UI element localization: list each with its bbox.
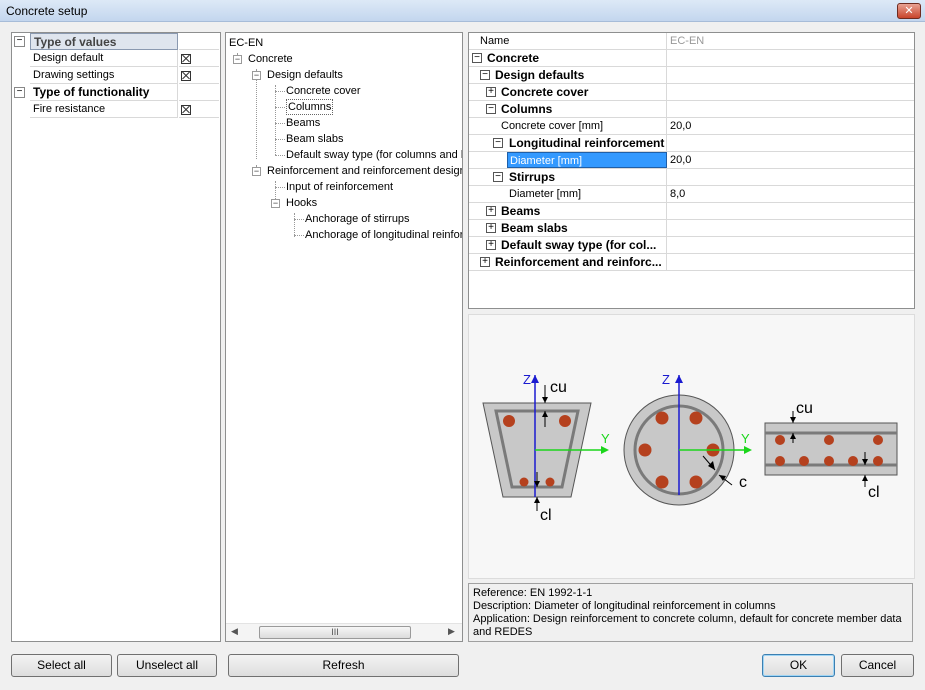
- tree-item-beams[interactable]: Beams: [286, 115, 320, 131]
- type-settings-panel: − Type of values Design default Drawing …: [11, 32, 221, 642]
- cancel-button[interactable]: Cancel: [841, 654, 914, 677]
- tree-item-anchorage-of-stirrups[interactable]: Anchorage of stirrups: [305, 211, 410, 227]
- tree-item-anchorage-longitudinal[interactable]: Anchorage of longitudinal reinforc: [305, 227, 462, 243]
- property-grid: Name EC-EN − Concrete − Design defaults …: [468, 32, 915, 309]
- tree-item-design-defaults[interactable]: Design defaults: [267, 67, 343, 83]
- stirrup-diameter-value[interactable]: 8,0: [667, 186, 914, 202]
- expand-icon[interactable]: +: [486, 206, 496, 216]
- select-all-button[interactable]: Select all: [11, 654, 112, 677]
- z-axis-label-2: Z: [662, 372, 670, 387]
- tree-item-reinforcement[interactable]: Reinforcement and reinforcement design: [267, 163, 462, 179]
- ok-button[interactable]: OK: [762, 654, 835, 677]
- name-column-header: Name: [469, 33, 667, 49]
- group-label: Type of values: [30, 33, 178, 50]
- collapse-icon[interactable]: −: [14, 36, 25, 47]
- description-text: Description: Diameter of longitudinal re…: [473, 600, 776, 612]
- diameter-label-selected: Diameter [mm]: [507, 152, 667, 168]
- c-label: c: [739, 474, 747, 491]
- cl-label-2: cl: [868, 484, 880, 501]
- prop-stirrups[interactable]: − Stirrups: [469, 169, 914, 186]
- collapse-icon[interactable]: −: [271, 199, 280, 208]
- y-axis-label-1: Y: [601, 431, 610, 446]
- tree-item-input-of-reinforcement[interactable]: Input of reinforcement: [286, 179, 393, 195]
- prop-column-concrete-cover[interactable]: Concrete cover [mm] 20,0: [469, 118, 914, 135]
- collapse-icon[interactable]: −: [486, 104, 496, 114]
- unselect-all-button[interactable]: Unselect all: [117, 654, 217, 677]
- tree-root[interactable]: EC-EN: [229, 35, 263, 51]
- application-text: Application: Design reinforcement to con…: [473, 613, 902, 625]
- collapse-icon[interactable]: −: [472, 53, 482, 63]
- prop-design-defaults[interactable]: − Design defaults: [469, 67, 914, 84]
- prop-stirrup-diameter[interactable]: Diameter [mm] 8,0: [469, 186, 914, 203]
- application-text-cont: and REDES: [473, 626, 533, 638]
- z-axis-label-1: Z: [523, 372, 531, 387]
- collapse-icon[interactable]: −: [480, 70, 490, 80]
- prop-default-sway-type[interactable]: + Default sway type (for col...: [469, 237, 914, 254]
- cl-label-1: cl: [540, 507, 552, 524]
- setup-tree-panel: EC-EN − Concrete − Design defaults Concr…: [225, 32, 463, 642]
- close-button[interactable]: ✕: [897, 3, 921, 19]
- window-title: Concrete setup: [6, 4, 88, 18]
- title-bar: Concrete setup ✕: [0, 0, 925, 22]
- collapse-icon[interactable]: −: [252, 71, 261, 80]
- row-design-default[interactable]: Design default: [12, 50, 219, 67]
- circular-section: [623, 375, 752, 506]
- collapse-icon[interactable]: −: [233, 55, 242, 64]
- tree-item-default-sway-type[interactable]: Default sway type (for columns and be: [286, 147, 462, 163]
- beam-slab-section: [764, 411, 898, 487]
- grid-header: Name EC-EN: [469, 33, 914, 50]
- expand-icon[interactable]: +: [480, 257, 490, 267]
- cu-label-2: cu: [796, 400, 813, 417]
- section-illustration: Z Y cu cl Z Y c cu cl: [482, 372, 898, 524]
- description-box: Reference: EN 1992-1-1 Description: Diam…: [468, 583, 913, 642]
- checkbox-drawing-settings[interactable]: [181, 71, 191, 81]
- collapse-icon[interactable]: −: [493, 138, 503, 148]
- prop-concrete-cover[interactable]: + Concrete cover: [469, 84, 914, 101]
- collapse-icon[interactable]: −: [493, 172, 503, 182]
- reinforcement-diagram: Z Y cu cl Z Y c cu cl: [468, 314, 915, 579]
- group-type-of-functionality[interactable]: − Type of functionality: [12, 84, 219, 101]
- scroll-thumb[interactable]: III: [259, 626, 411, 639]
- close-icon: ✕: [904, 5, 914, 17]
- checkbox-fire-resistance[interactable]: [181, 105, 191, 115]
- prop-concrete[interactable]: − Concrete: [469, 50, 914, 67]
- diameter-value[interactable]: 20,0: [667, 152, 914, 168]
- tree-item-concrete[interactable]: Concrete: [248, 51, 293, 67]
- prop-columns[interactable]: − Columns: [469, 101, 914, 118]
- reference-text: Reference: EN 1992-1-1: [473, 587, 593, 599]
- row-fire-resistance[interactable]: Fire resistance: [12, 101, 219, 118]
- scroll-left-icon[interactable]: ◀: [231, 626, 238, 637]
- group-type-of-values[interactable]: − Type of values: [12, 33, 219, 50]
- tree-item-concrete-cover[interactable]: Concrete cover: [286, 83, 361, 99]
- checkbox-design-default[interactable]: [181, 54, 191, 64]
- row-label: Fire resistance: [30, 101, 178, 118]
- expand-icon[interactable]: +: [486, 87, 496, 97]
- scroll-right-icon[interactable]: ▶: [448, 626, 455, 637]
- expand-icon[interactable]: +: [486, 240, 496, 250]
- prop-reinforcement[interactable]: + Reinforcement and reinforc...: [469, 254, 914, 271]
- tree-horizontal-scrollbar[interactable]: ◀ III ▶: [226, 623, 462, 641]
- prop-longitudinal-diameter[interactable]: Diameter [mm] 20,0: [469, 152, 914, 169]
- tree-item-beam-slabs[interactable]: Beam slabs: [286, 131, 343, 147]
- row-label: Drawing settings: [30, 67, 178, 84]
- y-axis-label-2: Y: [741, 431, 750, 446]
- column-cover-value[interactable]: 20,0: [667, 118, 914, 134]
- row-label: Design default: [30, 50, 178, 67]
- prop-beam-slabs[interactable]: + Beam slabs: [469, 220, 914, 237]
- refresh-button[interactable]: Refresh: [228, 654, 459, 677]
- prop-longitudinal-reinforcement[interactable]: − Longitudinal reinforcement: [469, 135, 914, 152]
- group-label: Type of functionality: [30, 84, 178, 101]
- prop-beams[interactable]: + Beams: [469, 203, 914, 220]
- cu-label-1: cu: [550, 379, 567, 396]
- tree-item-columns[interactable]: Columns: [286, 99, 334, 115]
- collapse-icon[interactable]: −: [14, 87, 25, 98]
- tree-item-hooks[interactable]: Hooks: [286, 195, 317, 211]
- row-drawing-settings[interactable]: Drawing settings: [12, 67, 219, 84]
- value-column-header: EC-EN: [670, 35, 705, 47]
- trapezoid-section: [482, 375, 609, 511]
- expand-icon[interactable]: +: [486, 223, 496, 233]
- collapse-icon[interactable]: −: [252, 167, 261, 176]
